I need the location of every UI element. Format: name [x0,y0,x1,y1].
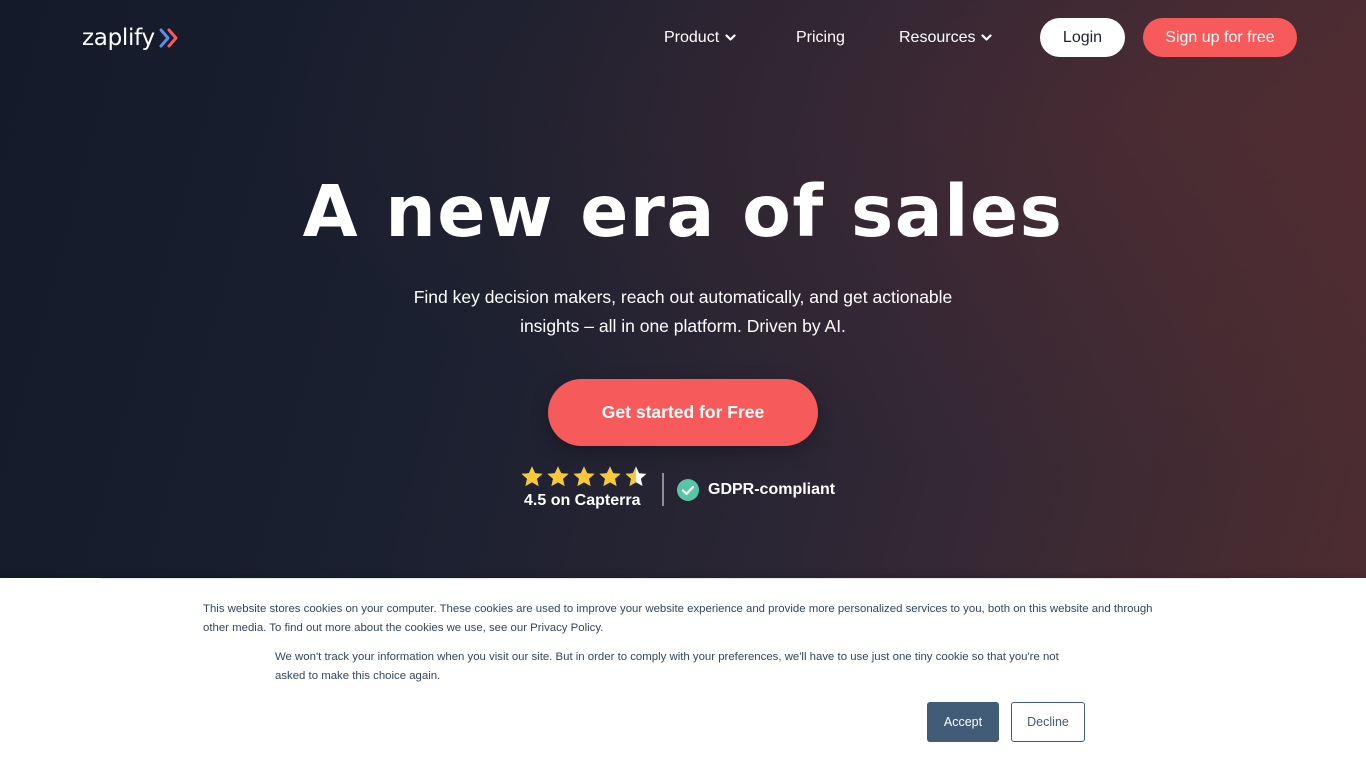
accept-cookies-button[interactable]: Accept [927,702,999,742]
star-icon [599,466,621,486]
cookie-notice-text: This website stores cookies on your comp… [203,603,1153,634]
gdpr-text: GDPR-compliant [708,481,836,498]
nav-pricing[interactable]: Pricing [796,27,845,49]
logo[interactable]: zaplify [82,24,180,52]
nav-pricing-label: Pricing [796,29,845,46]
check-circle-icon [677,479,699,501]
double-chevron-right-icon [159,28,178,48]
star-icon [573,466,595,486]
trust-divider [662,473,664,506]
cookie-banner: This website stores cookies on your comp… [0,578,1366,768]
cookie-decline-text: We won't track your information when you… [275,651,1059,682]
cookie-divider [100,578,1230,579]
login-button[interactable]: Login [1040,18,1125,57]
decline-cookies-button[interactable]: Decline [1011,702,1085,742]
nav-product[interactable]: Product [664,27,736,49]
rating-stars [520,465,652,489]
get-started-button[interactable]: Get started for Free [548,379,818,446]
nav-resources[interactable]: Resources [899,27,993,49]
hero-subhead: Find key decision makers, reach out auto… [413,287,953,336]
star-icon [625,466,647,486]
signup-button[interactable]: Sign up for free [1143,18,1297,57]
nav-resources-label: Resources [899,29,976,46]
gdpr-badge: GDPR-compliant [677,479,835,501]
chevron-down-icon [981,34,993,41]
star-icon [521,466,543,486]
hero-headline: A new era of sales [302,170,1064,253]
nav-product-label: Product [664,29,720,46]
chevron-down-icon [725,34,736,41]
star-icon [547,466,569,486]
capterra-rating: 4.5 on Capterra [520,465,652,510]
rating-text: 4.5 on Capterra [524,492,641,509]
top-navigation: zaplify Product Pricing Resources Login … [0,0,1366,76]
logo-text: zaplify [82,25,155,51]
